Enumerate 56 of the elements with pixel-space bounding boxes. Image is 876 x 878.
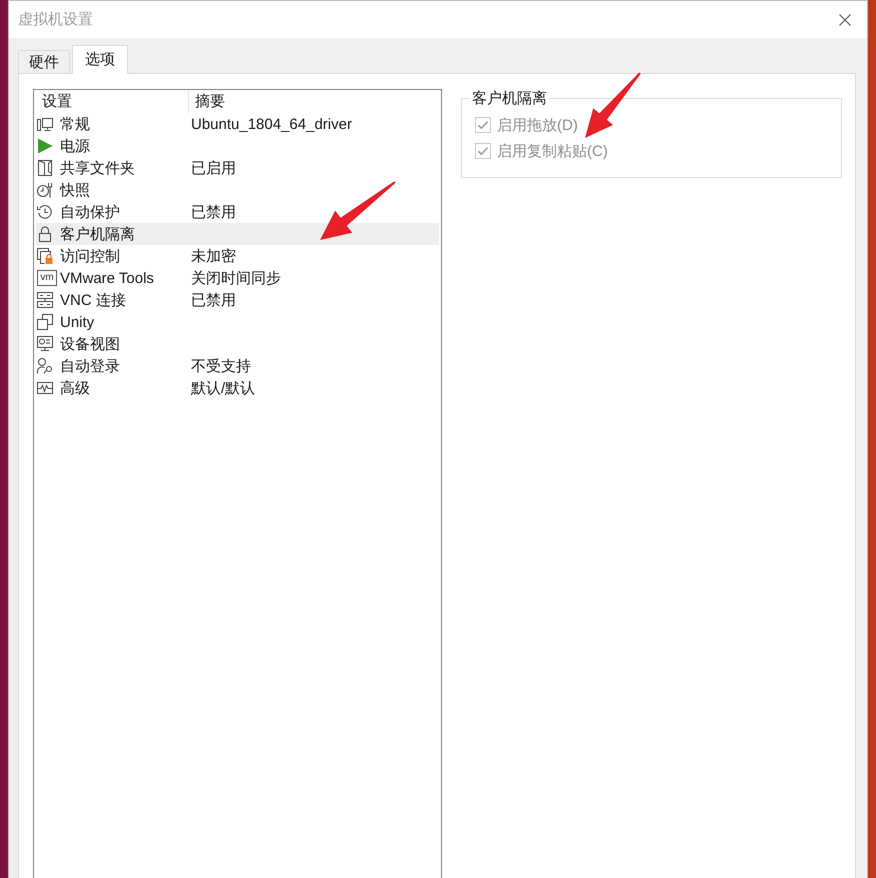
pulse-icon (37, 380, 53, 396)
list-row[interactable]: 自动登录 不受支持 (36, 355, 439, 377)
setting-summary: 未加密 (190, 246, 236, 266)
list-row[interactable]: 快照 (36, 179, 439, 201)
setting-name: 设备视图 (60, 334, 120, 354)
list-row[interactable]: 高级 默认/默认 (36, 377, 439, 399)
setting-name: 访问控制 (60, 246, 120, 266)
group-title: 客户机隔离 (471, 89, 548, 108)
list-row[interactable]: 客户机隔离 (36, 223, 439, 245)
clock-wrench-icon (37, 182, 53, 198)
list-row[interactable]: 设备视图 (36, 333, 439, 355)
setting-summary: 已禁用 (190, 202, 236, 222)
close-icon (839, 14, 851, 26)
window-title: 虚拟机设置 (18, 10, 93, 29)
window-lock-icon (37, 248, 53, 264)
setting-summary: 默认/默认 (190, 378, 256, 398)
setting-name: 客户机隔离 (60, 224, 135, 244)
setting-name: 快照 (60, 180, 90, 200)
windows-icon (37, 314, 53, 330)
column-header[interactable]: 设置 (36, 91, 189, 113)
setting-summary: 不受支持 (190, 356, 251, 376)
list-row[interactable]: vm VMware Tools 关闭时间同步 (36, 267, 439, 289)
network-icon (37, 292, 53, 308)
setting-summary: 已启用 (190, 158, 236, 178)
setting-name: 电源 (60, 136, 90, 156)
setting-name: VMware Tools (60, 270, 154, 286)
setting-summary: 已禁用 (190, 290, 236, 310)
annotation-arrow (585, 72, 641, 138)
monitor-icon (37, 116, 53, 132)
history-icon (37, 204, 53, 220)
list-row[interactable]: Unity (36, 311, 439, 333)
column-header[interactable]: 摘要 (189, 91, 225, 113)
lock-icon (37, 226, 53, 242)
door-icon (37, 160, 53, 176)
list-row[interactable]: 访问控制 未加密 (36, 245, 439, 267)
close-button[interactable] (839, 14, 851, 26)
setting-name: 常规 (60, 114, 90, 134)
vm-logo-icon: vm (37, 270, 57, 286)
list-row[interactable]: 常规 Ubuntu_1804_64_driver (36, 113, 439, 135)
list-row[interactable]: VNC 连接 已禁用 (36, 289, 439, 311)
setting-summary: Ubuntu_1804_64_driver (190, 116, 352, 132)
list-row[interactable]: 电源 (36, 135, 439, 157)
list-row[interactable]: 共享文件夹 已启用 (36, 157, 439, 179)
setting-name: Unity (60, 314, 94, 330)
device-icon (37, 336, 53, 352)
list-row[interactable]: 自动保护 已禁用 (36, 201, 439, 223)
setting-name: 自动保护 (60, 202, 120, 222)
tab[interactable]: 选项 (72, 45, 128, 74)
setting-name: 高级 (60, 378, 90, 398)
setting-summary: 关闭时间同步 (190, 268, 281, 288)
setting-name: 自动登录 (60, 356, 120, 376)
setting-name: VNC 连接 (60, 290, 126, 310)
play-icon (37, 138, 53, 154)
tab[interactable]: 硬件 (18, 50, 70, 74)
setting-name: 共享文件夹 (60, 158, 135, 178)
user-key-icon (37, 358, 53, 374)
